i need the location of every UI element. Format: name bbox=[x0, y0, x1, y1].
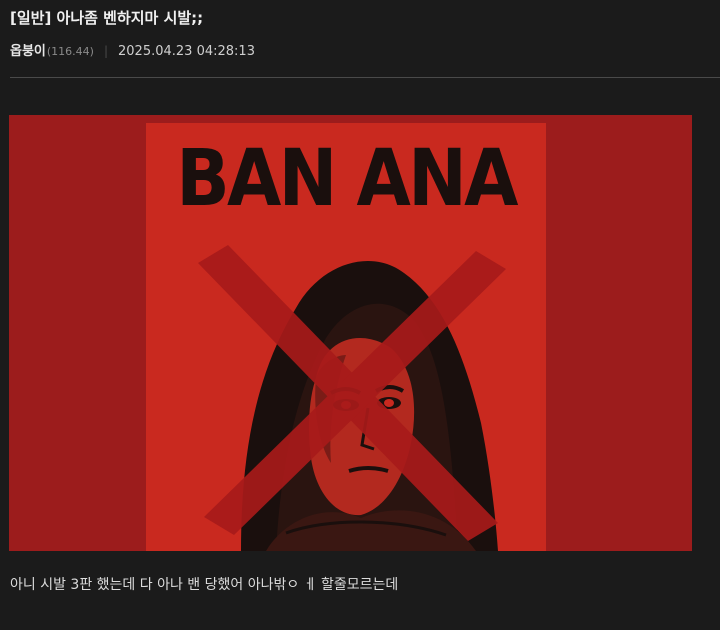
post-image[interactable]: BAN ANA bbox=[9, 115, 692, 551]
post-title: [일반] 아나좀 벤하지마 시발;; bbox=[10, 9, 204, 27]
meta-separator: | bbox=[103, 44, 109, 58]
author-ip: (116.44) bbox=[46, 45, 94, 58]
author-nickname[interactable]: 옵붕이 bbox=[10, 40, 46, 59]
hooded-figure-illustration bbox=[198, 245, 506, 551]
post-body-text: 아니 시발 3판 했는데 다 아나 밴 당했어 아나밖ㅇ ㅔ 할줄모르는데 bbox=[10, 577, 399, 593]
header-divider bbox=[10, 77, 720, 78]
post-datetime: 2025.04.23 04:28:13 bbox=[118, 44, 255, 59]
post-page: [일반] 아나좀 벤하지마 시발;; 옵붕이 (116.44) | 2025.0… bbox=[0, 0, 720, 630]
post-meta: 옵붕이 (116.44) | 2025.04.23 04:28:13 bbox=[10, 40, 255, 59]
poster: BAN ANA bbox=[146, 123, 546, 551]
